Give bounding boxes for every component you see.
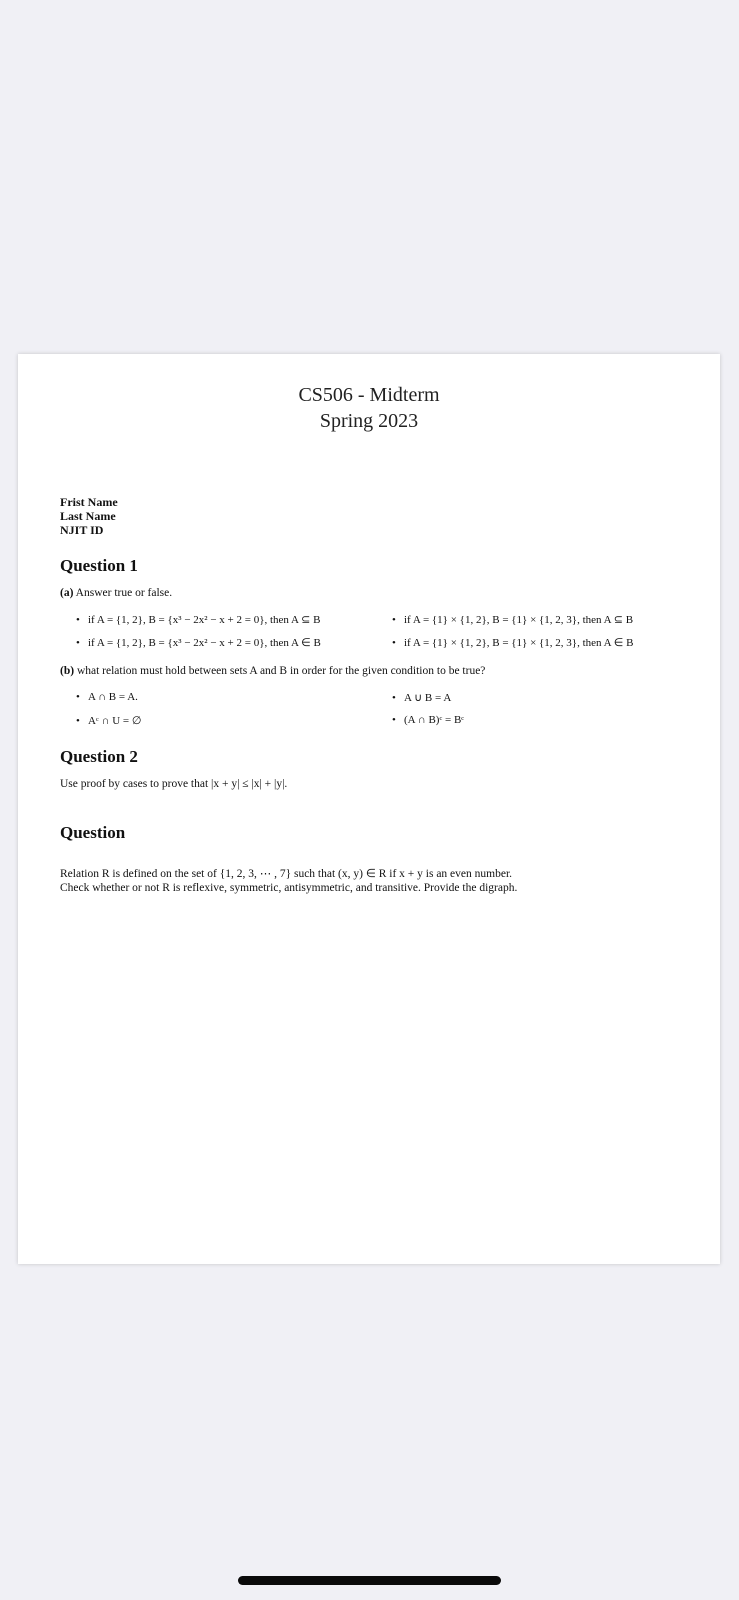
part-b-item: A ∪ B = A	[392, 691, 451, 704]
home-indicator[interactable]	[238, 1576, 501, 1585]
part-b-item: (A ∩ B)ᶜ = Bᶜ	[392, 714, 464, 726]
part-a-item: if A = {1, 2}, B = {x³ − 2x² − x + 2 = 0…	[76, 636, 321, 649]
part-b-label: (b)	[60, 665, 75, 677]
question2-text: Use proof by cases to prove that |x + y|…	[60, 778, 288, 790]
part-b-item: Aᶜ ∩ U = ∅	[76, 714, 141, 727]
part-b-item: A ∩ B = A.	[76, 691, 138, 703]
title-term: Spring 2023	[319, 410, 419, 432]
first-name-label: Frist Name	[60, 495, 118, 509]
question1-heading: Question 1	[60, 556, 138, 575]
part-b-text: what relation must hold between sets A a…	[76, 665, 486, 677]
question3-line1: Relation R is defined on the set of {1, …	[60, 868, 513, 880]
student-fields: Frist Name Last Name NJIT ID	[60, 495, 118, 537]
question1-part-a: (a) Answer true or false.	[60, 586, 172, 600]
question3-heading: Question	[60, 823, 126, 842]
document-page: CS506 - Midterm Spring 2023 Frist Name L…	[18, 354, 720, 1264]
part-a-item: if A = {1, 2}, B = {x³ − 2x² − x + 2 = 0…	[76, 613, 320, 626]
document-title: CS506 - Midterm Spring 2023	[18, 382, 720, 434]
title-course: CS506 - Midterm	[298, 384, 440, 406]
part-a-item: if A = {1} × {1, 2}, B = {1} × {1, 2, 3}…	[392, 636, 633, 649]
last-name-label: Last Name	[60, 509, 116, 523]
part-a-label: (a)	[60, 587, 74, 599]
question1-part-b: (b) what relation must hold between sets…	[60, 664, 485, 678]
id-label: NJIT ID	[60, 523, 104, 537]
part-a-item: if A = {1} × {1, 2}, B = {1} × {1, 2, 3}…	[392, 613, 633, 626]
question3-line2: Check whether or not R is reflexive, sym…	[60, 882, 518, 894]
question2-heading: Question 2	[60, 747, 138, 766]
part-a-text: Answer true or false.	[75, 587, 173, 599]
